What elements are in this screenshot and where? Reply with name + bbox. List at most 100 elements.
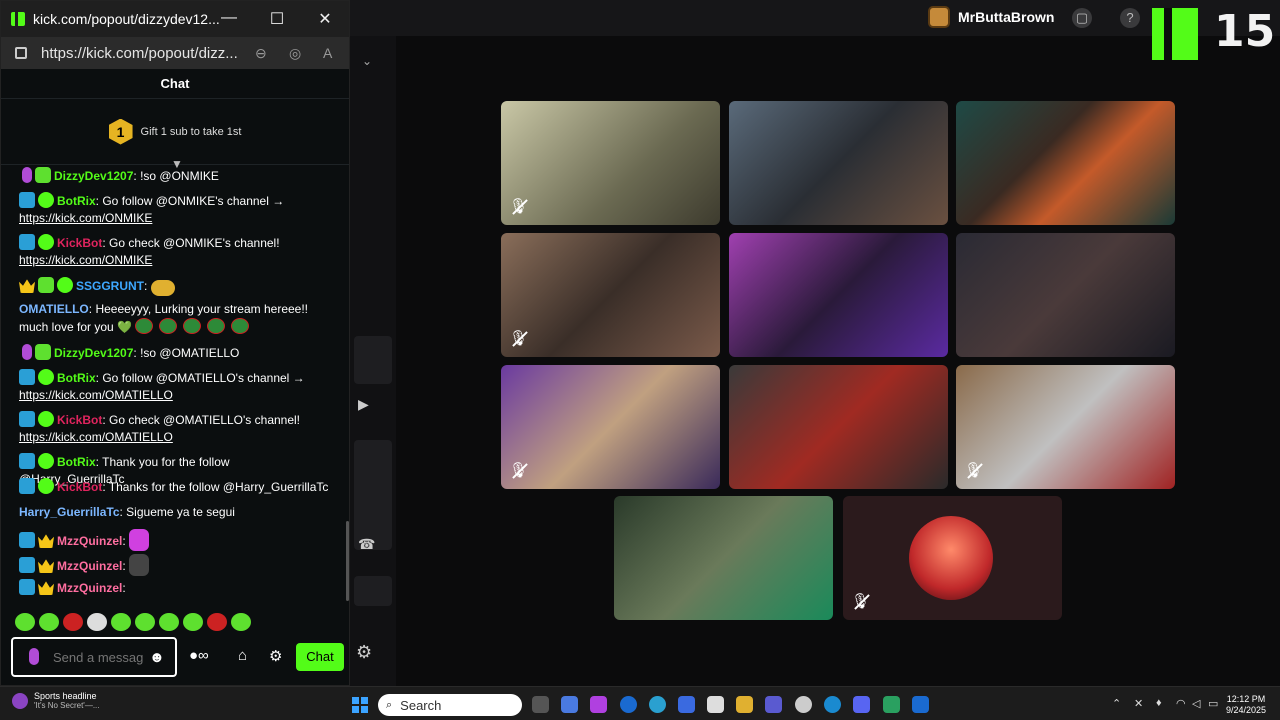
app-icon[interactable] [883, 696, 900, 713]
volume-icon[interactable]: ◁ [1192, 697, 1200, 710]
wifi-icon[interactable]: ◠ [1176, 697, 1186, 710]
kick-points-icon[interactable]: ●∞ [189, 647, 209, 664]
chat-username[interactable]: Harry_GuerrillaTc [19, 505, 120, 519]
send-chat-button[interactable]: Chat [296, 643, 344, 671]
chat-username[interactable]: KickBot [57, 236, 102, 250]
emote-icon[interactable] [63, 613, 83, 631]
file-explorer-icon[interactable] [736, 696, 753, 713]
screen-share-icon[interactable]: ▢ [1072, 8, 1092, 28]
chat-settings-gear-icon[interactable]: ⚙ [269, 647, 282, 665]
host-info[interactable]: MrButtaBrown [928, 6, 1054, 28]
chat-link[interactable]: https://kick.com/OMATIELLO [19, 388, 173, 402]
close-button[interactable]: ✕ [315, 9, 335, 29]
zoom-icon[interactable]: ⊖ [255, 45, 267, 62]
mic-muted-icon [509, 461, 529, 481]
mic-icon[interactable] [29, 648, 39, 665]
emote-icon [150, 280, 175, 296]
participant-video[interactable] [501, 233, 720, 357]
emote-icon[interactable] [159, 613, 179, 631]
participant-video-off[interactable] [843, 496, 1062, 620]
participant-video[interactable] [956, 365, 1175, 489]
store-app-icon[interactable] [707, 696, 724, 713]
chat-username[interactable]: BotRix [57, 371, 96, 385]
chat-username[interactable]: DizzyDev1207 [54, 169, 133, 183]
network-icon[interactable]: ✕ [1134, 697, 1143, 710]
participant-video[interactable] [956, 233, 1175, 357]
chat-link[interactable]: https://kick.com/ONMIKE [19, 211, 152, 225]
chat-username[interactable]: BotRix [57, 194, 96, 208]
lock-icon[interactable] [15, 47, 27, 59]
taskbar-search[interactable]: ⌕ Search [378, 694, 522, 716]
clock[interactable]: 12:12 PM 9/24/2025 [1226, 694, 1266, 716]
pinned-gift-banner[interactable]: 1 Gift 1 sub to take 1st [1, 99, 349, 165]
app-icon[interactable] [912, 696, 929, 713]
chat-username[interactable]: MzzQuinzel [57, 581, 122, 595]
rank-badge: 1 [108, 118, 133, 145]
camera-icon[interactable]: ▶ [358, 396, 369, 413]
zoom-app-icon[interactable] [678, 696, 695, 713]
mic-muted-icon [509, 197, 529, 217]
chat-header: Chat [1, 69, 349, 99]
participant-video[interactable] [729, 101, 948, 225]
chat-text: Go check @ONMIKE's channel! [105, 236, 280, 250]
chat-username[interactable]: OMATIELLO [19, 302, 89, 316]
settings-app-icon[interactable] [795, 696, 812, 713]
chat-username[interactable]: MzzQuinzel [57, 559, 122, 573]
emote-icon[interactable] [87, 613, 107, 631]
chat-link[interactable]: https://kick.com/ONMIKE [19, 253, 152, 267]
windows-taskbar: Sports headline 'It's No Secret'—... ⌕ S… [0, 686, 1280, 720]
chat-username[interactable]: DizzyDev1207 [54, 346, 133, 360]
emote-icon[interactable] [15, 613, 35, 631]
live-emote-icon [183, 318, 202, 334]
message-input[interactable] [53, 643, 143, 671]
participant-video[interactable] [501, 101, 720, 225]
chat-scrollbar[interactable] [346, 521, 349, 601]
participant-video[interactable] [501, 365, 720, 489]
emote-icon[interactable] [207, 613, 227, 631]
emote-icon[interactable] [111, 613, 131, 631]
tracking-prevention-icon[interactable]: ◎ [289, 45, 301, 62]
participant-video[interactable] [729, 365, 948, 489]
chat-username[interactable]: KickBot [57, 480, 102, 494]
news-widget[interactable]: Sports headline 'It's No Secret'—... [12, 691, 100, 710]
app-icon[interactable] [590, 696, 607, 713]
participant-video[interactable] [956, 101, 1175, 225]
edge-app-icon[interactable] [824, 696, 841, 713]
browser-app-icon[interactable] [649, 696, 666, 713]
windows-start-icon[interactable] [352, 697, 368, 713]
store-icon[interactable]: ⌂ [238, 647, 247, 664]
emoji-picker-icon[interactable]: ☻ [149, 649, 165, 666]
call-topbar: MrButtaBrown ▢ ? [350, 0, 1280, 36]
bot-badge-icon [19, 579, 35, 595]
minimize-button[interactable]: — [219, 9, 239, 27]
verified-badge-icon [57, 277, 73, 293]
task-view-icon[interactable] [532, 696, 549, 713]
emote-icon[interactable] [39, 613, 59, 631]
emote-icon[interactable] [231, 613, 251, 631]
read-aloud-icon[interactable]: A [323, 45, 332, 61]
help-icon[interactable]: ? [1120, 8, 1140, 28]
participant-video[interactable] [614, 496, 833, 620]
settings-gear-icon[interactable]: ⚙ [356, 642, 372, 663]
teams-app-icon[interactable] [765, 696, 782, 713]
phone-icon[interactable]: ☎ [358, 536, 375, 553]
maximize-button[interactable]: ☐ [267, 9, 287, 29]
mic-tray-icon[interactable]: ♦ [1156, 697, 1162, 709]
tray-expand-icon[interactable]: ⌃ [1112, 697, 1121, 710]
battery-icon[interactable]: ▭ [1208, 697, 1218, 710]
bot-badge-icon [19, 557, 35, 573]
address-url[interactable]: https://kick.com/popout/dizz... [41, 45, 238, 62]
chat-username[interactable]: SSGGRUNT [76, 279, 144, 293]
chat-username[interactable]: BotRix [57, 455, 96, 469]
chat-username[interactable]: KickBot [57, 413, 102, 427]
emote-icon[interactable] [183, 613, 203, 631]
chevron-down-icon[interactable]: ⌄ [362, 54, 372, 68]
chat-link[interactable]: https://kick.com/OMATIELLO [19, 430, 173, 444]
discord-app-icon[interactable] [853, 696, 870, 713]
copilot-app-icon[interactable] [561, 696, 578, 713]
emote-icon[interactable] [135, 613, 155, 631]
participant-video[interactable] [729, 233, 948, 357]
hp-app-icon[interactable] [620, 696, 637, 713]
chat-username[interactable]: MzzQuinzel [57, 534, 122, 548]
search-icon: ⌕ [386, 698, 393, 711]
